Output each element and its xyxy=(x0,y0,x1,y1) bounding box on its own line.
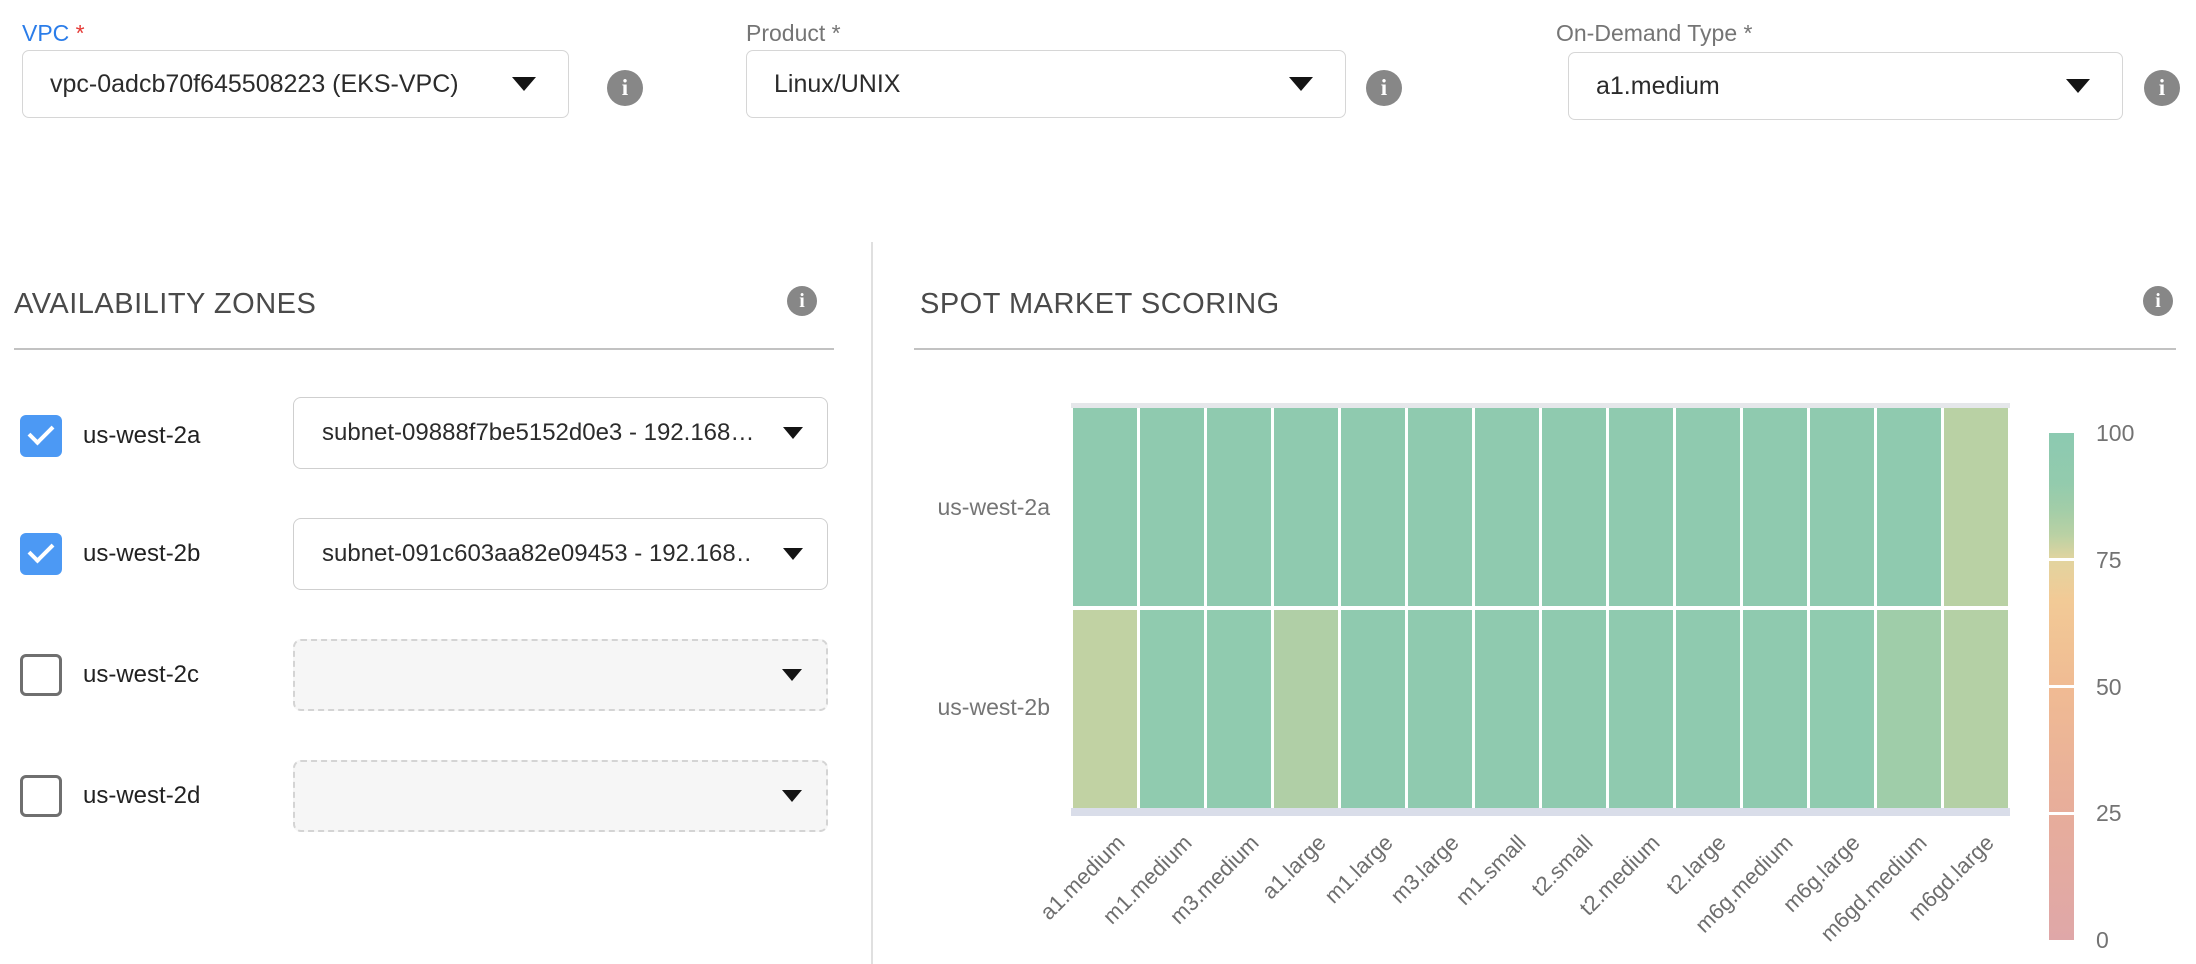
heatmap-bottom-strip xyxy=(1071,808,2010,816)
on-demand-type-select-value: a1.medium xyxy=(1596,72,1720,101)
subnet-select-us-west-2a[interactable]: subnet-09888f7be5152d0e3 - 192.168… xyxy=(293,397,828,469)
chevron-down-icon xyxy=(512,77,536,91)
product-label: Product * xyxy=(746,20,841,47)
subnet-select-us-west-2b[interactable]: subnet-091c603aa82e09453 - 192.168… xyxy=(293,518,828,590)
subnet-select-us-west-2d[interactable] xyxy=(293,760,828,832)
product-select[interactable]: Linux/UNIX xyxy=(746,50,1346,118)
zone-label-us-west-2b: us-west-2b xyxy=(83,539,200,569)
chevron-down-icon xyxy=(783,548,803,560)
heatmap-cell xyxy=(1408,610,1472,808)
heatmap-cell xyxy=(1408,408,1472,606)
heatmap-cell xyxy=(1207,610,1271,808)
chevron-down-icon xyxy=(783,427,803,439)
colorbar-tick-label: 75 xyxy=(2096,547,2122,574)
heatmap-cell xyxy=(1274,408,1338,606)
heatmap-cell xyxy=(1475,408,1539,606)
on-demand-type-select[interactable]: a1.medium xyxy=(1568,52,2123,120)
availability-zones-title: AVAILABILITY ZONES xyxy=(14,288,316,321)
heatmap-cell xyxy=(1073,408,1137,606)
heatmap-cell xyxy=(1810,610,1874,808)
heatmap-cell xyxy=(1944,408,2008,606)
chevron-down-icon xyxy=(2066,79,2090,93)
colorbar-tick-label: 50 xyxy=(2096,674,2122,701)
colorbar-tick xyxy=(2049,685,2074,688)
heatmap-cell xyxy=(1743,408,1807,606)
checkbox-us-west-2a[interactable] xyxy=(20,415,62,457)
vpc-info-icon[interactable]: i xyxy=(607,70,643,106)
heatmap-cell xyxy=(1676,610,1740,808)
checkbox-us-west-2c[interactable] xyxy=(20,654,62,696)
heatmap-cell xyxy=(1743,610,1807,808)
vpc-label-text: VPC xyxy=(22,20,69,46)
heatmap-y-label: us-west-2a xyxy=(880,494,1050,521)
heatmap-cell xyxy=(1140,610,1204,808)
zone-label-us-west-2d: us-west-2d xyxy=(83,781,200,811)
vpc-select-value: vpc-0adcb70f645508223 (EKS-VPC) xyxy=(50,70,459,99)
spot-console-screen: VPC * vpc-0adcb70f645508223 (EKS-VPC) i … xyxy=(0,0,2196,964)
colorbar-tick-label: 25 xyxy=(2096,800,2122,827)
zone-label-us-west-2a: us-west-2a xyxy=(83,421,200,451)
vpc-label: VPC * xyxy=(22,20,85,47)
spot-market-scoring-divider xyxy=(914,348,2176,350)
subnet-select-value: subnet-09888f7be5152d0e3 - 192.168… xyxy=(322,419,752,447)
heatmap-x-label: m1.large xyxy=(1319,830,1398,909)
chevron-down-icon xyxy=(782,790,802,802)
colorbar-tick-label: 0 xyxy=(2096,927,2109,954)
vpc-select[interactable]: vpc-0adcb70f645508223 (EKS-VPC) xyxy=(22,50,569,118)
section-vertical-divider xyxy=(871,242,873,964)
heatmap-cell xyxy=(1944,610,2008,808)
heatmap-cell xyxy=(1341,610,1405,808)
checkbox-us-west-2d[interactable] xyxy=(20,775,62,817)
spot-market-scoring-info-icon[interactable]: i xyxy=(2143,286,2173,316)
product-info-icon[interactable]: i xyxy=(1366,70,1402,106)
heatmap-cell xyxy=(1542,408,1606,606)
heatmap-cell xyxy=(1676,408,1740,606)
heatmap-cell xyxy=(1609,408,1673,606)
heatmap-cell xyxy=(1140,408,1204,606)
heatmap-cell xyxy=(1810,408,1874,606)
heatmap-grid xyxy=(1073,408,2008,808)
colorbar-tick-label: 100 xyxy=(2096,420,2134,447)
heatmap-cell xyxy=(1609,610,1673,808)
heatmap-x-label: m1.small xyxy=(1451,830,1532,911)
heatmap-x-label: a1.large xyxy=(1257,830,1332,905)
subnet-select-value: subnet-091c603aa82e09453 - 192.168… xyxy=(322,540,752,568)
on-demand-type-label: On-Demand Type * xyxy=(1556,20,1752,47)
colorbar-tick xyxy=(2049,812,2074,815)
heatmap-cell xyxy=(1877,610,1941,808)
heatmap-cell xyxy=(1341,408,1405,606)
zone-label-us-west-2c: us-west-2c xyxy=(83,660,199,690)
heatmap-y-label: us-west-2b xyxy=(880,694,1050,721)
heatmap-cell xyxy=(1274,610,1338,808)
heatmap-x-label: m3.large xyxy=(1386,830,1465,909)
heatmap-cell xyxy=(1877,408,1941,606)
availability-zones-divider xyxy=(14,348,834,350)
heatmap-cell xyxy=(1073,610,1137,808)
checkbox-us-west-2b[interactable] xyxy=(20,533,62,575)
chevron-down-icon xyxy=(1289,77,1313,91)
vpc-required-asterisk: * xyxy=(69,20,84,46)
colorbar-tick xyxy=(2049,558,2074,561)
heatmap-cell xyxy=(1475,610,1539,808)
on-demand-type-info-icon[interactable]: i xyxy=(2144,70,2180,106)
spot-market-scoring-title: SPOT MARKET SCORING xyxy=(920,288,1280,321)
product-select-value: Linux/UNIX xyxy=(774,70,900,99)
chevron-down-icon xyxy=(782,669,802,681)
availability-zones-info-icon[interactable]: i xyxy=(787,286,817,316)
subnet-select-us-west-2c[interactable] xyxy=(293,639,828,711)
heatmap-cell xyxy=(1207,408,1271,606)
heatmap-cell xyxy=(1542,610,1606,808)
